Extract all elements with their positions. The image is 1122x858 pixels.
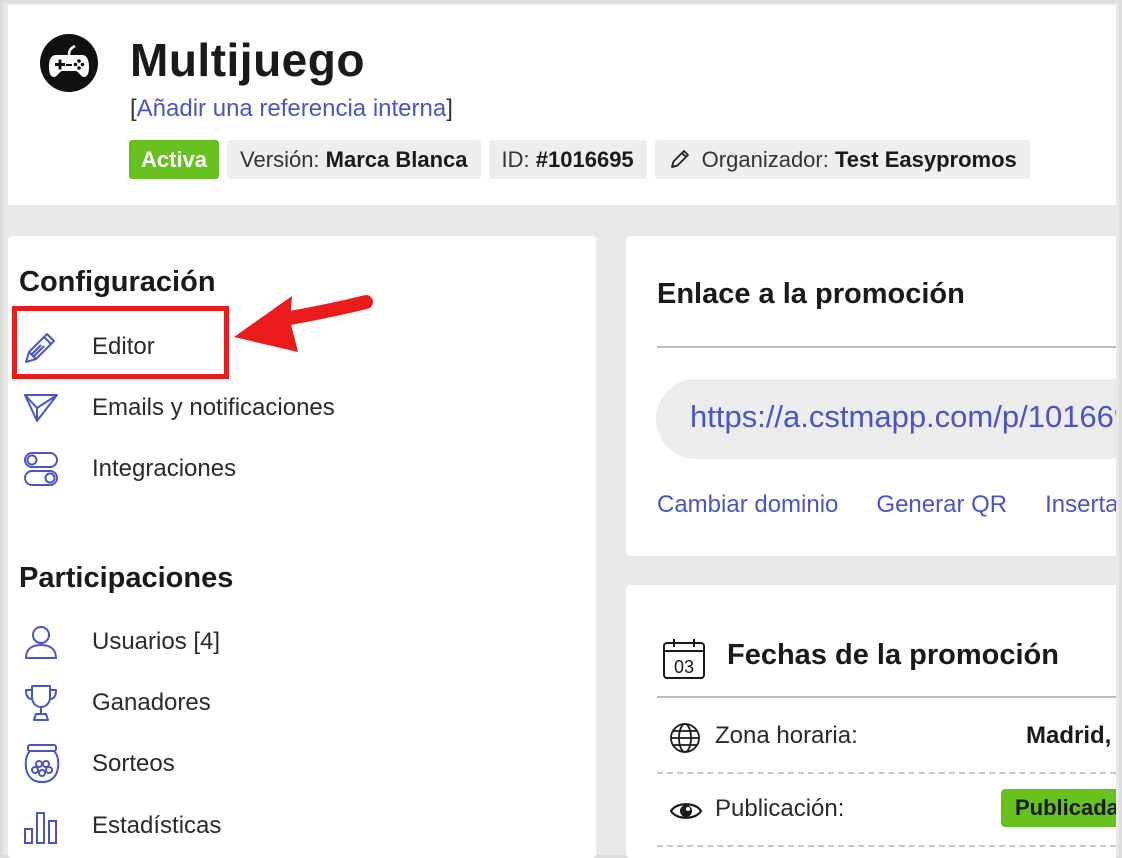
link-card-title: Enlace a la promoción	[657, 278, 965, 310]
generate-qr-link[interactable]: Generar QR	[876, 491, 1007, 518]
timezone-row: Zona horaria: Madrid,	[657, 700, 1116, 774]
organizer-value: Test Easypromos	[834, 147, 1017, 172]
divider	[657, 346, 1116, 348]
sidebar-item-integrations[interactable]: Integraciones	[22, 444, 236, 494]
editor-highlight-box	[12, 306, 229, 379]
promotion-link-card: Enlace a la promoción https://a.cstmapp.…	[626, 236, 1116, 556]
sidebar-item-label: Integraciones	[92, 455, 237, 482]
divider	[657, 696, 1116, 698]
promotion-url[interactable]: https://a.cstmapp.com/p/1016695	[690, 399, 1116, 435]
paper-plane-icon	[24, 394, 58, 422]
sidebar-item-emails[interactable]: Emails y notificaciones	[22, 383, 335, 433]
ref-bracket-open: [	[130, 95, 137, 122]
id-label: ID:	[501, 147, 530, 172]
toggles-icon	[24, 452, 58, 486]
badge-row: Activa Versión: Marca Blanca ID: #101669…	[129, 140, 1030, 179]
annotation-arrow-icon	[234, 295, 373, 352]
embed-link[interactable]: Insertar	[1045, 491, 1116, 518]
eye-icon	[669, 803, 703, 819]
sidebar-item-draws[interactable]: Sorteos	[22, 739, 175, 789]
ref-bracket-close: ]	[446, 95, 453, 122]
page-title: Multijuego	[130, 34, 365, 86]
calendar-day: 03	[674, 657, 694, 677]
sidebar-item-label: Emails y notificaciones	[92, 394, 335, 421]
version-value: Marca Blanca	[325, 147, 468, 172]
sidebar-item-label: Usuarios [4]	[92, 628, 221, 655]
status-badge: Activa	[129, 140, 220, 179]
gamepad-icon	[40, 34, 98, 92]
config-section-title: Configuración	[19, 266, 216, 298]
calendar-icon: 03	[663, 639, 705, 679]
globe-icon	[670, 723, 700, 753]
timezone-value: Madrid,	[1026, 722, 1112, 749]
sidebar-item-winners[interactable]: Ganadores	[22, 678, 211, 728]
internal-reference: [Añadir una referencia interna]	[130, 95, 453, 123]
trophy-icon	[25, 685, 57, 721]
raffle-drum-icon	[24, 744, 60, 783]
sidebar-item-label: Ganadores	[92, 689, 211, 716]
change-domain-link[interactable]: Cambiar dominio	[657, 491, 838, 518]
sidebar-item-label: Sorteos	[92, 750, 175, 777]
pencil-icon	[670, 150, 689, 169]
user-icon	[24, 626, 58, 659]
participations-section-title: Participaciones	[19, 562, 234, 594]
publication-label: Publicación:	[715, 795, 845, 822]
sidebar-item-label: Estadísticas	[92, 812, 222, 839]
sidebar-item-users[interactable]: Usuarios [4]	[22, 617, 220, 667]
organizer-badge[interactable]: Organizador: Test Easypromos	[654, 140, 1030, 179]
add-internal-reference-link[interactable]: Añadir una referencia interna	[137, 95, 447, 122]
link-actions: Cambiar dominio Generar QR Insertar	[657, 491, 1116, 519]
version-badge: Versión: Marca Blanca	[227, 140, 481, 179]
publication-status-badge: Publicada	[1001, 789, 1116, 827]
timezone-label: Zona horaria:	[715, 722, 858, 749]
version-label: Versión:	[240, 147, 320, 172]
id-badge: ID: #1016695	[488, 140, 647, 179]
id-value: #1016695	[535, 147, 634, 172]
promotion-header: Multijuego [Añadir una referencia intern…	[8, 5, 1116, 205]
dates-card-title: Fechas de la promoción	[727, 639, 1059, 671]
publication-row: Publicación: Publicada	[657, 773, 1116, 847]
organizer-label: Organizador:	[701, 147, 829, 172]
promotion-dates-card: 03 Fechas de la promoción Zona horaria: …	[626, 585, 1116, 858]
promotion-url-field[interactable]: https://a.cstmapp.com/p/1016695	[656, 379, 1116, 459]
sidebar-item-statistics[interactable]: Estadísticas	[22, 801, 221, 851]
bar-chart-icon	[24, 812, 57, 844]
